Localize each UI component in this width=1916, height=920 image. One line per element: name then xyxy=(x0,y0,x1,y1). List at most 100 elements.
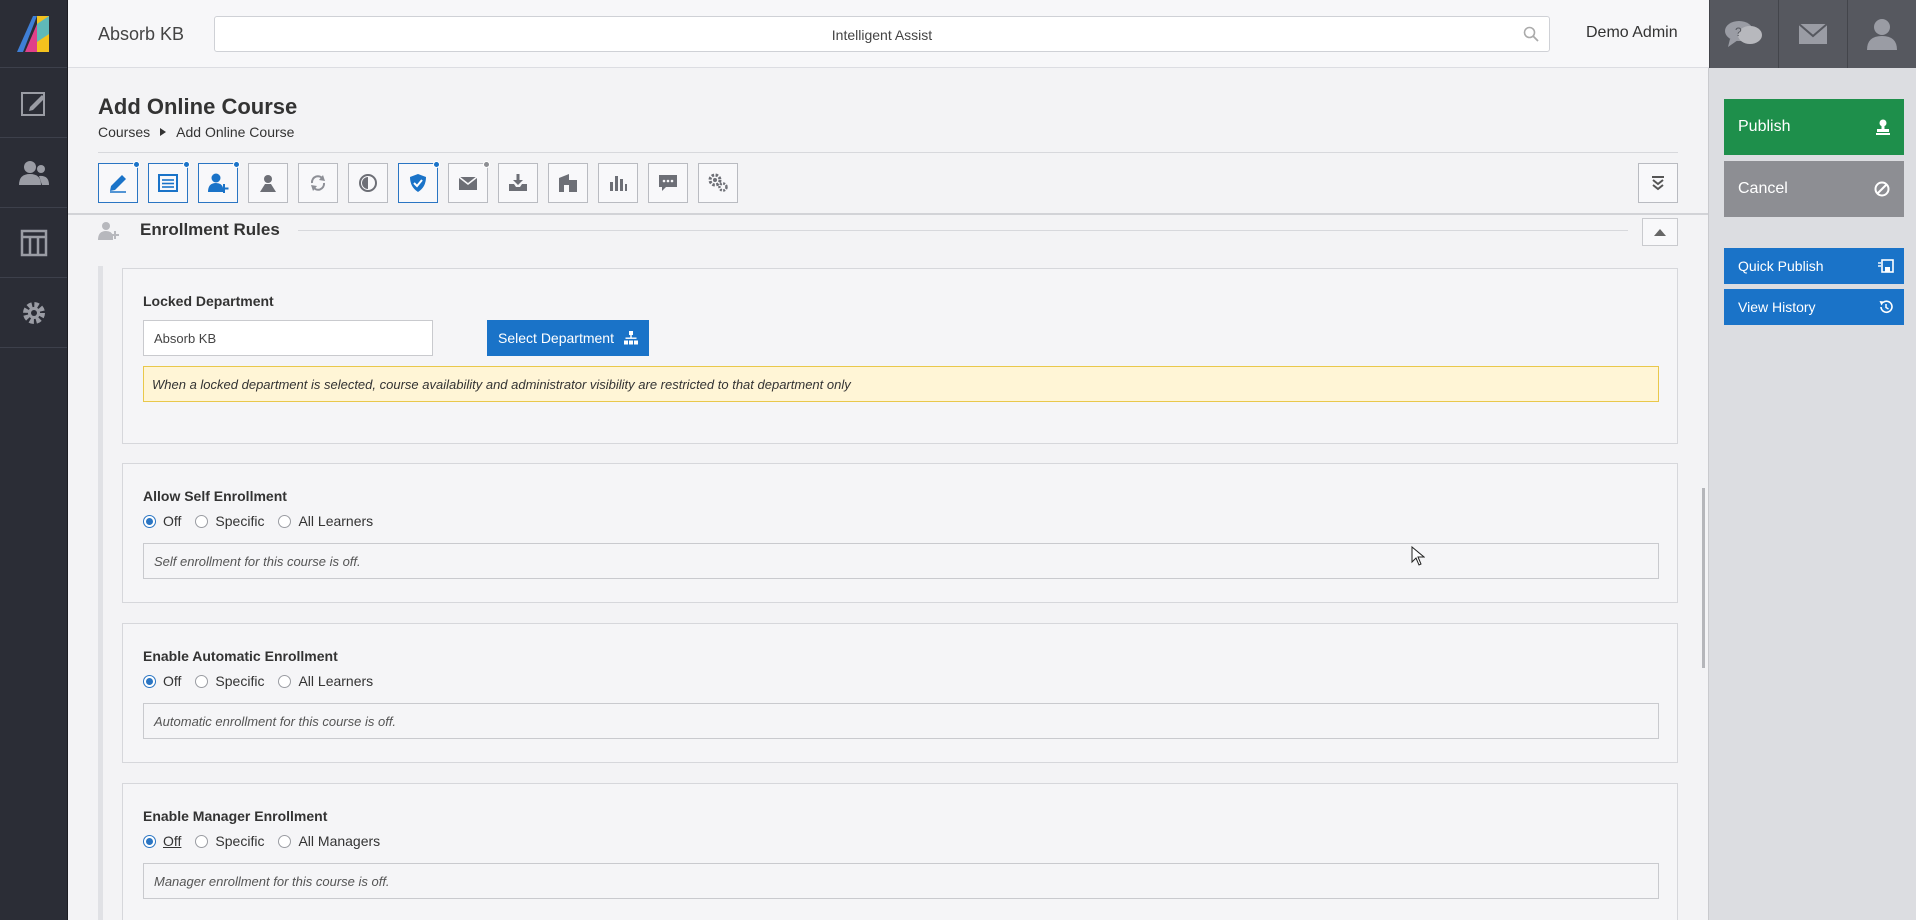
quick-publish-label: Quick Publish xyxy=(1738,258,1824,274)
quick-publish-button[interactable]: Quick Publish xyxy=(1724,248,1904,284)
mail-icon xyxy=(1798,23,1828,44)
toolbar-comments-button[interactable] xyxy=(648,163,688,203)
profile-button[interactable] xyxy=(1847,0,1916,68)
toolbar-reports-button[interactable] xyxy=(598,163,638,203)
section-toolbar xyxy=(98,161,738,203)
divider xyxy=(298,230,1628,231)
nav-item-courses[interactable] xyxy=(0,68,67,138)
comment-icon xyxy=(659,175,677,191)
auto-enrollment-info: Automatic enrollment for this course is … xyxy=(143,703,1659,739)
toolbar-security-button[interactable] xyxy=(398,161,440,203)
auto-enrollment-all-radio[interactable]: All Learners xyxy=(278,673,373,689)
locked-department-warning: When a locked department is selected, co… xyxy=(143,366,1659,402)
shield-icon xyxy=(410,174,426,192)
status-dot xyxy=(233,161,240,168)
toolbar-enrollment-button[interactable] xyxy=(198,161,240,203)
divider xyxy=(68,213,1708,215)
user-profile-icon xyxy=(1867,19,1897,50)
self-enrollment-info: Self enrollment for this course is off. xyxy=(143,543,1659,579)
manager-enrollment-options: Off Specific All Managers xyxy=(143,833,380,849)
chat-button[interactable]: ? xyxy=(1709,0,1778,68)
building-icon xyxy=(559,174,577,192)
scrollbar-thumb[interactable] xyxy=(1702,488,1705,668)
auto-enrollment-options: Off Specific All Learners xyxy=(143,673,373,689)
toolbar-details-button[interactable] xyxy=(98,161,140,203)
section-title: Enrollment Rules xyxy=(140,220,280,239)
toolbar-advanced-button[interactable] xyxy=(698,163,738,203)
self-enrollment-card: Allow Self Enrollment Off Specific All L… xyxy=(122,463,1678,603)
toolbar-profile-button[interactable] xyxy=(248,163,288,203)
bar-chart-icon xyxy=(610,176,627,191)
breadcrumb-arrow-icon xyxy=(160,128,167,136)
self-enrollment-specific-radio[interactable]: Specific xyxy=(195,513,264,529)
cancel-label: Cancel xyxy=(1738,180,1788,197)
mouse-cursor-icon xyxy=(1411,546,1425,566)
view-history-button[interactable]: View History xyxy=(1724,289,1904,325)
action-panel: Publish Cancel Quick Publish View Histor… xyxy=(1708,68,1916,920)
toolbar-messages-button[interactable] xyxy=(448,161,490,203)
toolbar-description-button[interactable] xyxy=(148,161,190,203)
locked-department-card: Locked Department Absorb KB Select Depar… xyxy=(122,268,1678,444)
view-history-label: View History xyxy=(1738,299,1816,315)
divider xyxy=(98,152,1678,153)
select-department-button[interactable]: Select Department xyxy=(487,320,649,356)
auto-enrollment-specific-radio[interactable]: Specific xyxy=(195,673,264,689)
auto-enrollment-title: Enable Automatic Enrollment xyxy=(143,648,338,664)
hierarchy-icon xyxy=(623,331,638,345)
toolbar-recurrence-button[interactable] xyxy=(298,163,338,203)
locked-department-input[interactable]: Absorb KB xyxy=(143,320,433,356)
page-title: Add Online Course xyxy=(98,94,298,119)
collapse-section-button[interactable] xyxy=(1642,218,1678,246)
manager-enrollment-all-radio[interactable]: All Managers xyxy=(278,833,380,849)
manager-enrollment-specific-radio[interactable]: Specific xyxy=(195,833,264,849)
nav-item-settings[interactable] xyxy=(0,278,67,348)
search-placeholder: Intelligent Assist xyxy=(831,27,933,43)
left-nav xyxy=(0,0,68,920)
auto-enrollment-card: Enable Automatic Enrollment Off Specific… xyxy=(122,623,1678,763)
chevron-up-icon xyxy=(1654,229,1666,236)
top-icons: ? xyxy=(1709,0,1916,68)
publish-button[interactable]: Publish xyxy=(1724,99,1904,155)
manager-enrollment-card: Enable Manager Enrollment Off Specific A… xyxy=(122,783,1678,920)
collapse-all-button[interactable] xyxy=(1638,163,1678,203)
status-dot xyxy=(133,161,140,168)
manager-enrollment-info: Manager enrollment for this course is of… xyxy=(143,863,1659,899)
search-icon[interactable] xyxy=(1523,26,1539,42)
double-chevron-down-icon xyxy=(1652,176,1664,191)
search-input[interactable]: Intelligent Assist xyxy=(214,16,1550,52)
app-logo[interactable] xyxy=(0,0,67,68)
edit-icon xyxy=(20,91,45,116)
self-enrollment-off-radio[interactable]: Off xyxy=(143,513,181,529)
history-icon xyxy=(1879,300,1893,313)
user-name[interactable]: Demo Admin xyxy=(1586,24,1678,42)
publish-label: Publish xyxy=(1738,118,1791,135)
settings-icon xyxy=(708,173,728,192)
cancel-button[interactable]: Cancel xyxy=(1724,161,1904,217)
mail-button[interactable] xyxy=(1778,0,1847,68)
toolbar-departments-button[interactable] xyxy=(548,163,588,203)
svg-text:?: ? xyxy=(1735,25,1742,39)
nav-item-reports[interactable] xyxy=(0,208,67,278)
envelope-icon xyxy=(458,176,478,190)
toolbar-availability-button[interactable] xyxy=(348,163,388,203)
select-department-label: Select Department xyxy=(498,330,614,346)
auto-enrollment-off-radio[interactable]: Off xyxy=(143,673,181,689)
toolbar-resources-button[interactable] xyxy=(498,163,538,203)
contrast-icon xyxy=(359,174,377,192)
status-dot xyxy=(183,161,190,168)
gear-icon xyxy=(22,301,45,324)
top-bar: Absorb KB Intelligent Assist Demo Admin … xyxy=(68,0,1916,68)
user-add-icon xyxy=(98,222,119,240)
users-icon xyxy=(18,160,49,185)
section-indent-bar xyxy=(98,266,103,920)
profile-icon xyxy=(260,175,276,192)
brand-name: Absorb KB xyxy=(98,24,185,44)
breadcrumb-courses[interactable]: Courses xyxy=(98,124,150,140)
self-enrollment-all-radio[interactable]: All Learners xyxy=(278,513,373,529)
ban-icon xyxy=(1874,181,1890,197)
nav-item-users[interactable] xyxy=(0,138,67,208)
absorb-logo-icon xyxy=(16,15,49,52)
manager-enrollment-off-radio[interactable]: Off xyxy=(143,833,181,849)
refresh-icon xyxy=(310,175,326,191)
user-add-icon xyxy=(208,173,229,193)
